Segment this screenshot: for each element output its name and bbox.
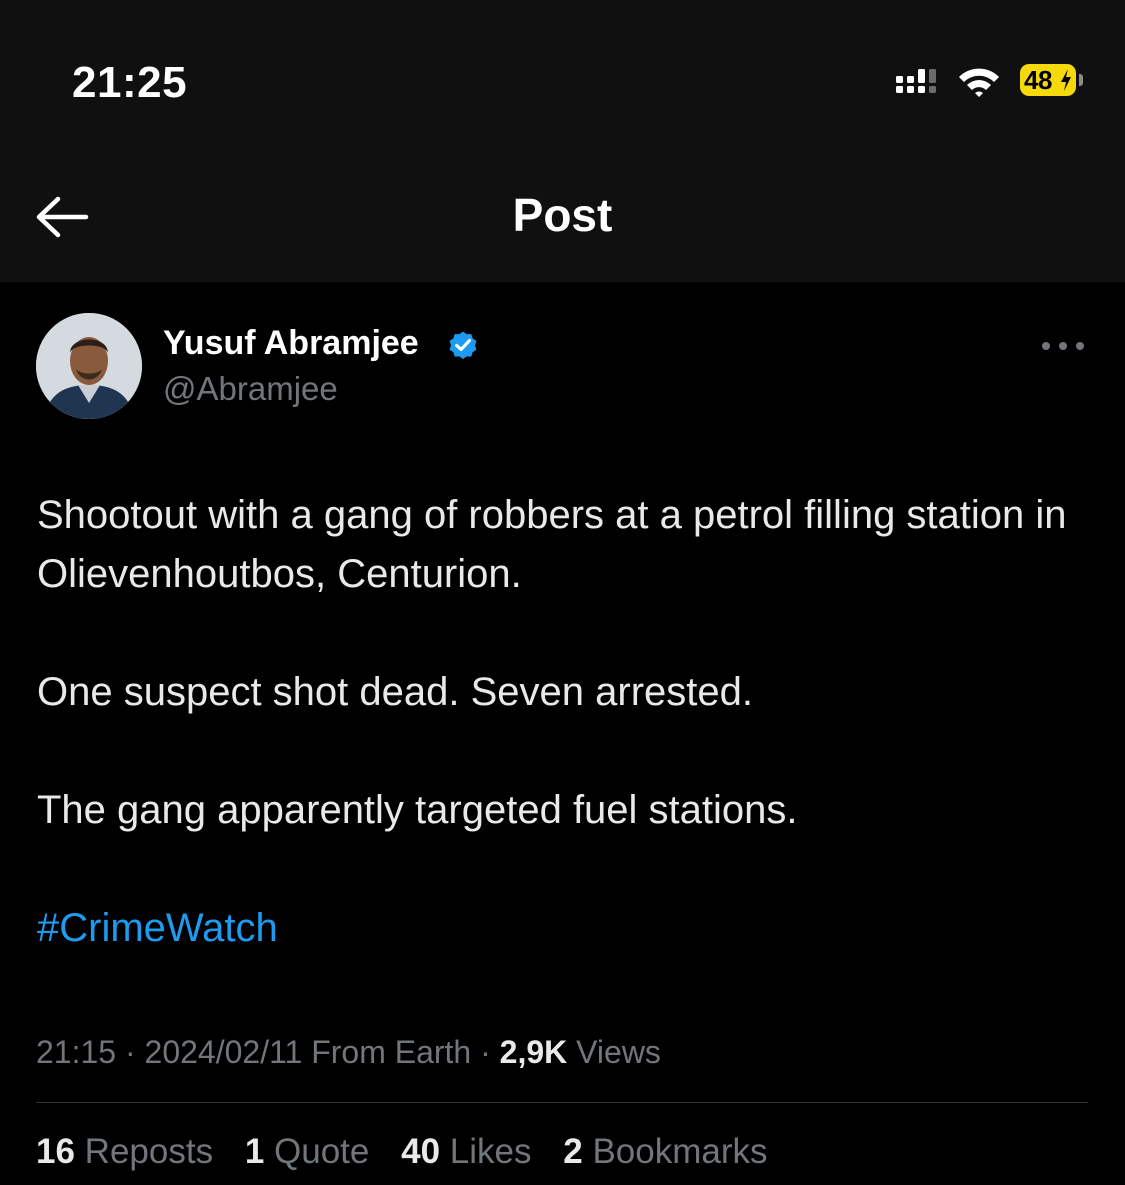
quotes-stat[interactable]: 1 Quote (245, 1132, 370, 1171)
post-time: 21:15 (36, 1034, 117, 1070)
views-label[interactable]: Views (576, 1034, 661, 1070)
likes-count: 40 (401, 1132, 441, 1171)
bookmarks-count: 2 (563, 1132, 583, 1171)
battery-level: 48 (1024, 65, 1052, 95)
top-bar: 21:25 48 Post (0, 0, 1125, 282)
engagement-stats: 16 Reposts 1 Quote 40 Likes 2 Bookmarks (36, 1132, 790, 1172)
hashtag-link[interactable]: #CrimeWatch (37, 899, 1097, 958)
wifi-icon (959, 68, 999, 97)
likes-label: Likes (449, 1132, 532, 1171)
reposts-count: 16 (36, 1132, 75, 1171)
tweet-paragraph: One suspect shot dead. Seven arrested. (37, 670, 753, 714)
meta-separator: · (480, 1034, 500, 1070)
divider (36, 1102, 1088, 1103)
status-time: 21:25 (72, 58, 188, 107)
tweet-paragraph: Shootout with a gang of robbers at a pet… (37, 493, 1067, 596)
page-title: Post (512, 189, 613, 241)
battery-cap (1079, 74, 1083, 86)
meta-separator: · (124, 1034, 145, 1070)
more-options-icon[interactable] (1040, 338, 1086, 354)
bookmarks-label: Bookmarks (592, 1132, 768, 1171)
charging-bolt-icon (1061, 69, 1071, 91)
avatar-photo (36, 313, 142, 419)
avatar[interactable] (36, 313, 142, 419)
reposts-label: Reposts (84, 1132, 214, 1171)
post-source: From Earth (311, 1034, 472, 1070)
verified-badge-icon (449, 331, 477, 360)
bookmarks-stat[interactable]: 2 Bookmarks (563, 1132, 767, 1171)
author-name[interactable]: Yusuf Abramjee (163, 324, 419, 363)
tweet-meta: 21:15 · 2024/02/11 From Earth · 2,9K Vie… (36, 1034, 661, 1071)
post-date: 2024/02/11 (144, 1034, 303, 1070)
battery-indicator: 48 (1020, 64, 1076, 96)
author-handle[interactable]: @Abramjee (163, 370, 338, 408)
likes-stat[interactable]: 40 Likes (401, 1132, 531, 1171)
reposts-stat[interactable]: 16 Reposts (36, 1132, 213, 1171)
cellular-signal-icon (896, 69, 936, 93)
tweet-text: Shootout with a gang of robbers at a pet… (37, 486, 1097, 958)
quotes-label: Quote (274, 1132, 370, 1171)
tweet-paragraph: The gang apparently targeted fuel statio… (37, 788, 798, 832)
quotes-count: 1 (244, 1132, 265, 1171)
views-count[interactable]: 2,9K (500, 1034, 568, 1070)
status-icons: 48 (890, 62, 1100, 102)
